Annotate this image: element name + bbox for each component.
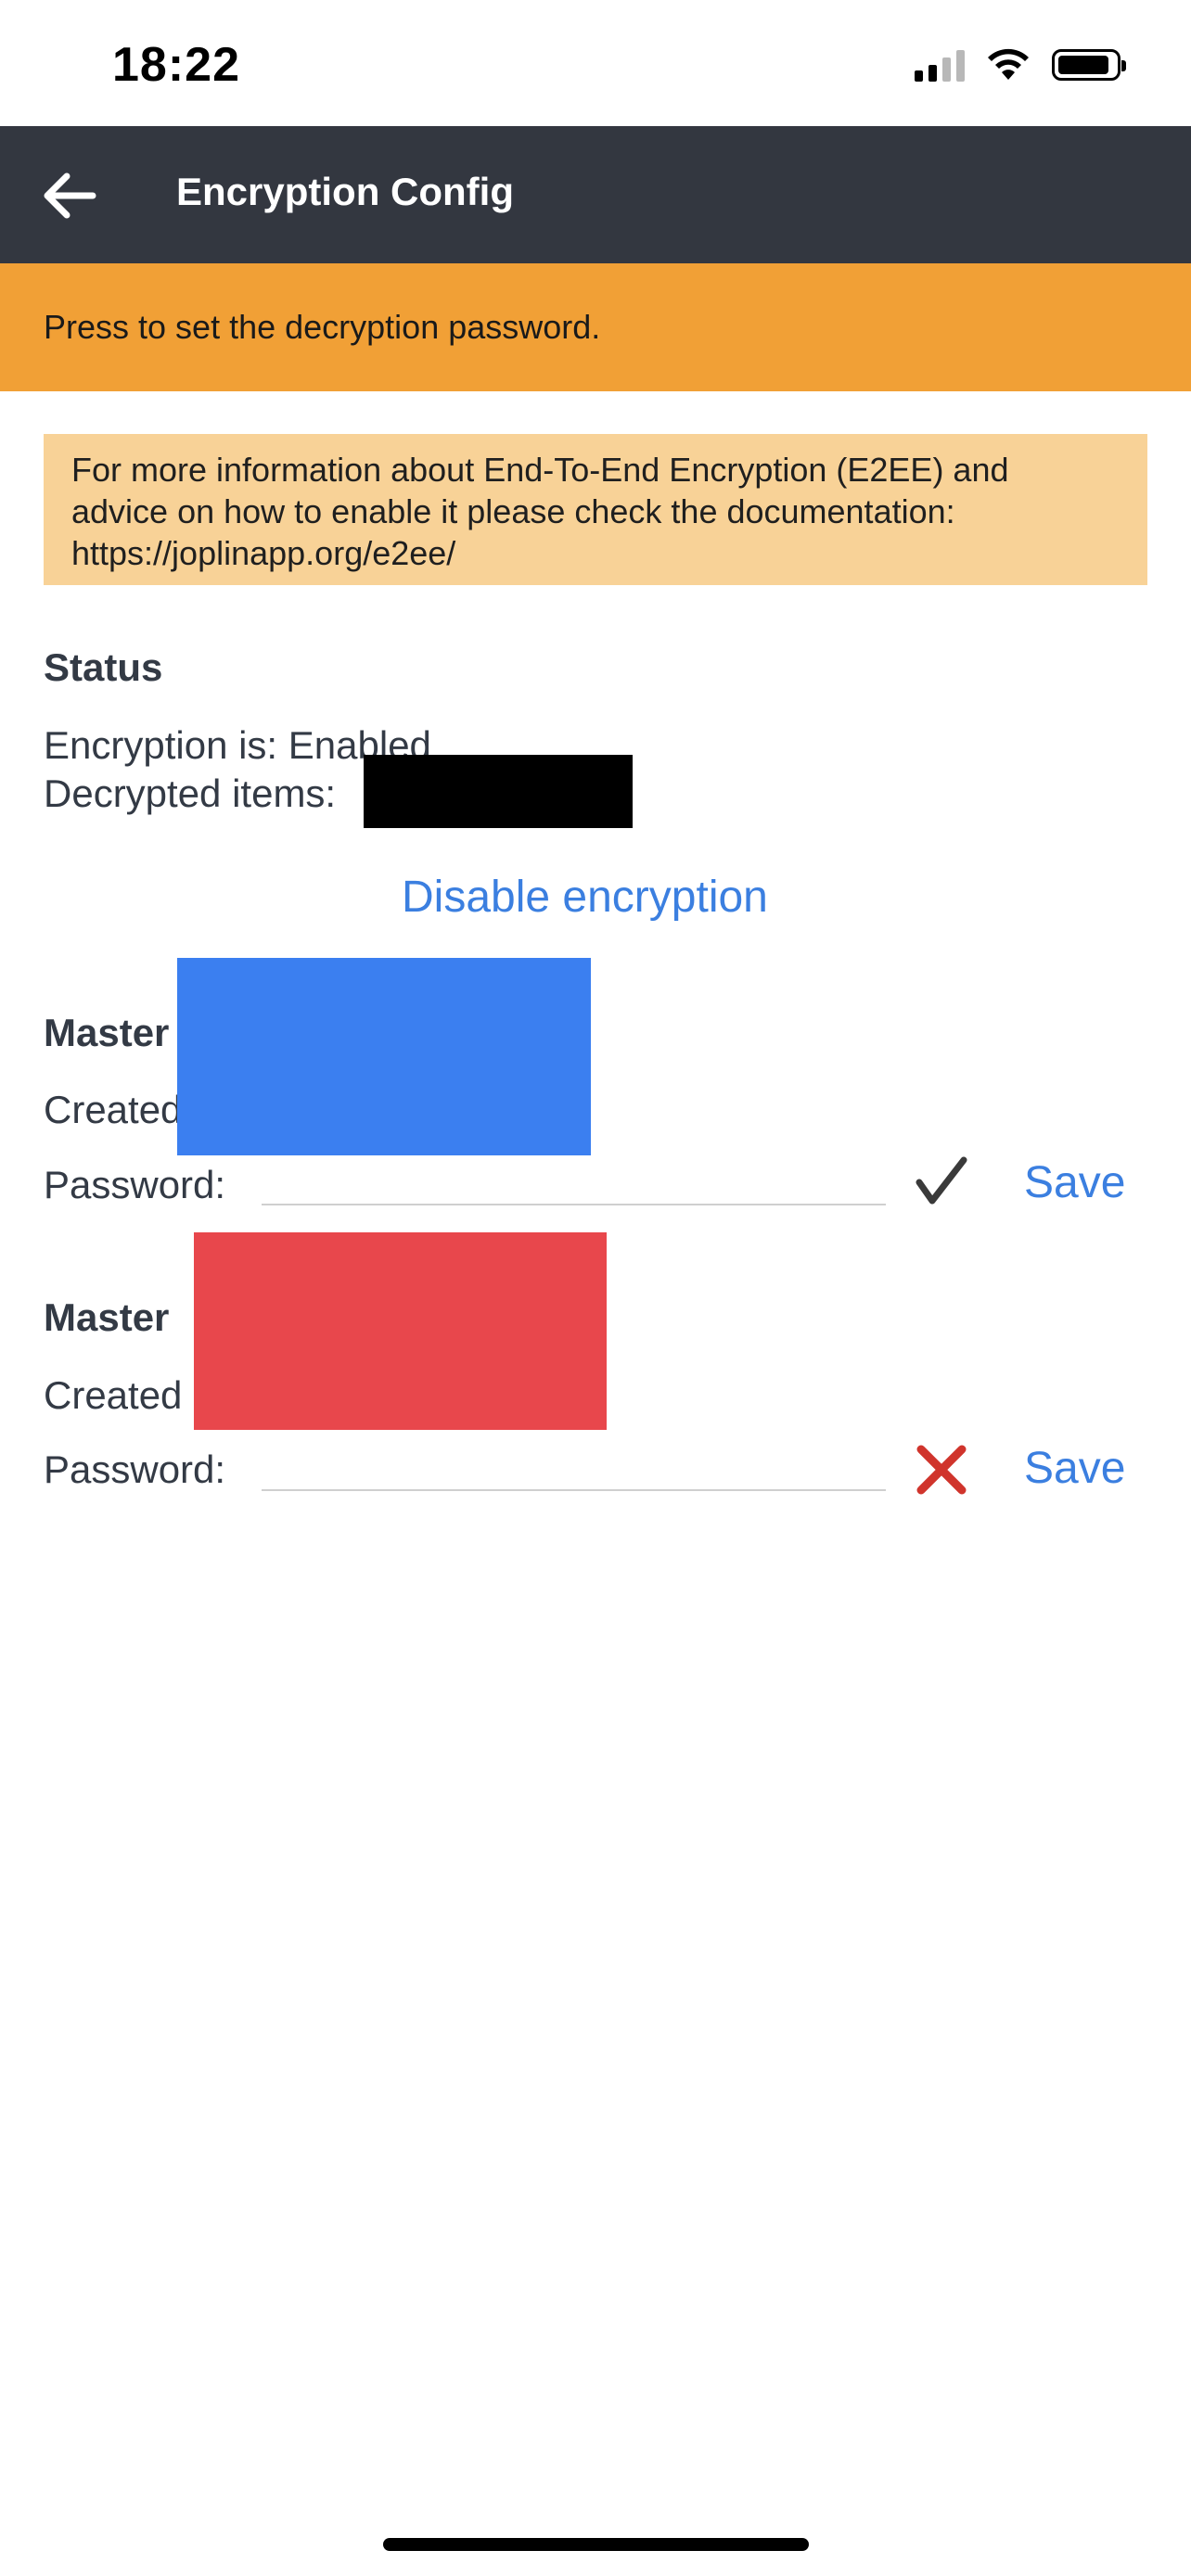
redacted-block: [364, 755, 633, 828]
disable-encryption-button[interactable]: Disable encryption: [402, 872, 768, 923]
info-line-2: advice on how to enable it please check …: [71, 492, 955, 530]
info-line-1: For more information about End-To-End En…: [71, 451, 1009, 489]
check-icon: [916, 1156, 967, 1205]
back-arrow-icon[interactable]: [37, 163, 102, 228]
status-time: 18:22: [112, 38, 240, 92]
home-indicator: [383, 2538, 809, 2551]
password-input[interactable]: [262, 1489, 886, 1491]
password-label: Password:: [44, 1163, 226, 1206]
banner-text: Press to set the decryption password.: [44, 308, 601, 346]
status-heading: Status: [44, 645, 163, 689]
master-key-created-label: Created: [44, 1373, 183, 1417]
page-title: Encryption Config: [176, 170, 514, 213]
status-icons: [915, 48, 1126, 82]
save-button[interactable]: Save: [1024, 1443, 1125, 1494]
password-input[interactable]: [262, 1204, 886, 1205]
master-key-created-label: Created: [44, 1088, 183, 1131]
wifi-icon: [988, 48, 1029, 80]
battery-icon: [1052, 49, 1126, 81]
master-key-title: Master: [44, 1295, 170, 1339]
password-label: Password:: [44, 1447, 226, 1491]
cellular-signal-icon: [915, 48, 965, 82]
info-link[interactable]: https://joplinapp.org/e2ee/: [71, 532, 1120, 574]
master-key-title: Master: [44, 1011, 170, 1054]
set-password-banner[interactable]: Press to set the decryption password.: [0, 263, 1191, 391]
save-button[interactable]: Save: [1024, 1157, 1125, 1208]
decrypted-items-label: Decrypted items:: [44, 772, 337, 815]
app-header: Encryption Config: [0, 126, 1191, 263]
redacted-block: [177, 958, 591, 1155]
e2ee-info-box: For more information about End-To-End En…: [44, 434, 1147, 585]
cross-icon: [916, 1445, 967, 1495]
redacted-block: [194, 1232, 607, 1430]
status-bar: 18:22: [0, 0, 1191, 126]
